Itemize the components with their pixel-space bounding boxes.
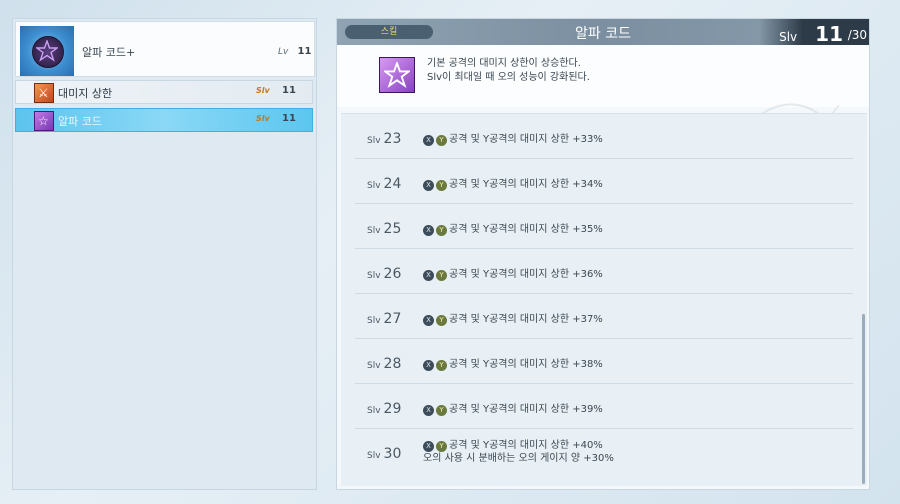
level-row: Slv 26 X Y 공격 및 Y공격의 대미지 상한 +36% — [355, 249, 853, 294]
level-effect-extra: 오의 사용 시 분배하는 오의 게이지 양 +30% — [423, 453, 614, 464]
detail-header: 스킬 알파 코드 Slv 11/30 — [337, 19, 869, 46]
star-icon: ☆ — [34, 111, 54, 131]
y-button-icon: Y — [436, 405, 447, 416]
skill-list-panel: 알파 코드+ Lv 11 ⚔ 대미지 상한 Slv 11 ☆ 알파 코드 Slv… — [12, 18, 317, 490]
star-icon — [384, 62, 410, 88]
star-emblem-icon — [36, 40, 58, 62]
y-button-icon: Y — [436, 135, 447, 146]
description-line-2: Slv이 최대일 때 오의 성능이 강화된다. — [427, 72, 590, 83]
x-button-icon: X — [423, 360, 434, 371]
slv-label: Slv — [256, 86, 270, 95]
level-row: Slv 28 X Y 공격 및 Y공격의 대미지 상한 +38% — [355, 339, 853, 384]
skill-item-alpha-code[interactable]: ☆ 알파 코드 Slv 11 — [15, 108, 313, 132]
skill-description: 기본 공격의 대미지 상한이 상승한다. Slv이 최대일 때 오의 성능이 강… — [337, 45, 869, 156]
character-level: Lv 11 — [278, 46, 312, 57]
alpha-code-icon — [379, 57, 415, 93]
x-button-icon: X — [423, 225, 434, 236]
slv-value: 11 — [282, 85, 296, 96]
level-row: Slv 23 X Y 공격 및 Y공격의 대미지 상한 +33% — [355, 114, 853, 159]
x-button-icon: X — [423, 405, 434, 416]
character-name: 알파 코드+ — [82, 46, 136, 59]
slv-max: /30 — [847, 28, 867, 42]
description-line-1: 기본 공격의 대미지 상한이 상승한다. — [427, 58, 581, 69]
y-button-icon: Y — [436, 180, 447, 191]
sword-icon: ⚔ — [34, 83, 54, 103]
y-button-icon: Y — [436, 315, 447, 326]
slv-label: Slv — [256, 114, 270, 123]
level-row: Slv 29 X Y 공격 및 Y공격의 대미지 상한 +39% — [355, 384, 853, 429]
y-button-icon: Y — [436, 441, 447, 452]
skill-item-damage-cap[interactable]: ⚔ 대미지 상한 Slv 11 — [15, 80, 313, 104]
slv-value: 11 — [282, 113, 296, 124]
slv-current: 11 — [815, 22, 843, 46]
skill-detail-panel: 스킬 알파 코드 Slv 11/30 기본 공격의 대미지 상한이 상승한다. S… — [336, 18, 870, 490]
slv-label: Slv — [779, 30, 798, 44]
level-row: Slv 27 X Y 공격 및 Y공격의 대미지 상한 +37% — [355, 294, 853, 339]
y-button-icon: Y — [436, 360, 447, 371]
y-button-icon: Y — [436, 270, 447, 281]
x-button-icon: X — [423, 441, 434, 452]
x-button-icon: X — [423, 180, 434, 191]
skill-list: ⚔ 대미지 상한 Slv 11 ☆ 알파 코드 Slv 11 — [15, 80, 313, 136]
x-button-icon: X — [423, 135, 434, 146]
x-button-icon: X — [423, 315, 434, 326]
x-button-icon: X — [423, 270, 434, 281]
scrollbar[interactable] — [862, 314, 865, 484]
level-row: Slv 25 X Y 공격 및 Y공격의 대미지 상한 +35% — [355, 204, 853, 249]
level-effect-list[interactable]: Slv 23 X Y 공격 및 Y공격의 대미지 상한 +33% Slv 24 X Y 공격… — [341, 113, 867, 486]
character-card: 알파 코드+ Lv 11 — [15, 21, 315, 77]
level-row: Slv 24 X Y 공격 및 Y공격의 대미지 상한 +34% — [355, 159, 853, 204]
level-row: Slv 30 X Y 공격 및 Y공격의 대미지 상한 +40% 오의 사용 시 분배… — [367, 440, 614, 464]
y-button-icon: Y — [436, 225, 447, 236]
skill-name: 대미지 상한 — [58, 87, 113, 100]
character-portrait — [20, 26, 74, 76]
slv-indicator: Slv 11/30 — [779, 22, 867, 46]
skill-name: 알파 코드 — [58, 115, 102, 128]
